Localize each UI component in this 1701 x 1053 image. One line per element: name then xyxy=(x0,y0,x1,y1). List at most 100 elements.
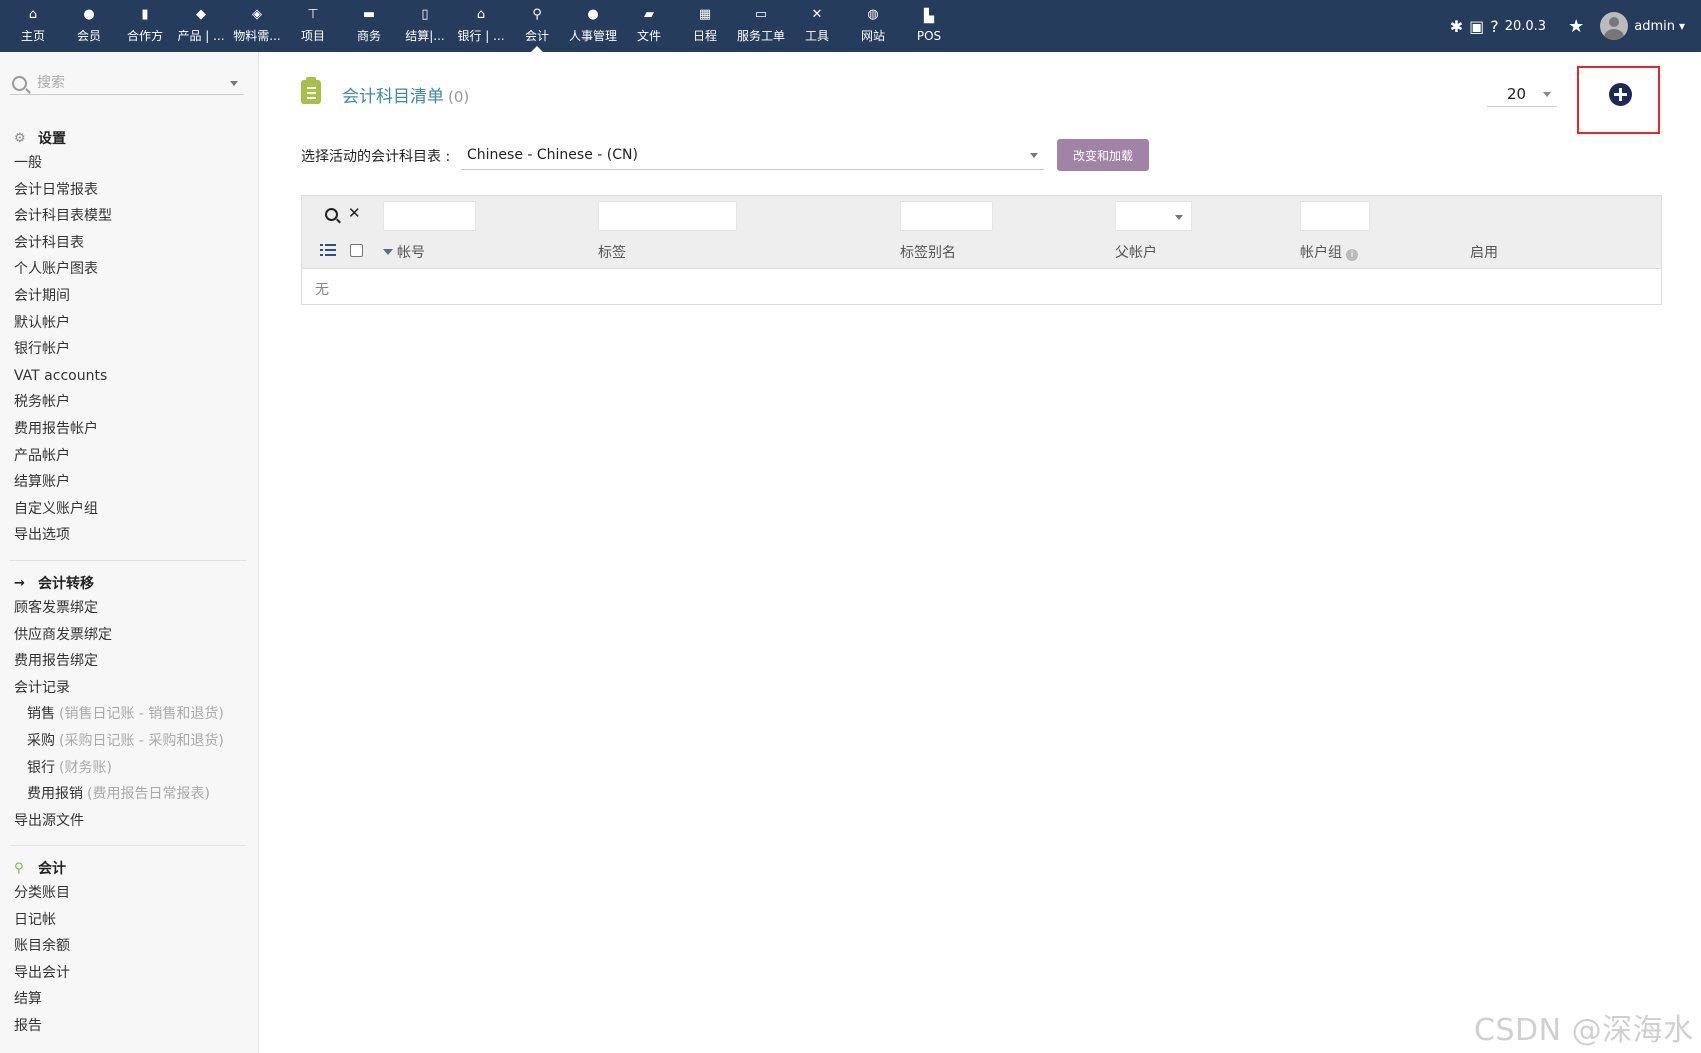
list-icon[interactable] xyxy=(320,244,336,257)
user-tie-icon: ● xyxy=(587,7,599,22)
nav-item[interactable]: ● 会员 xyxy=(61,0,117,52)
nav-item-label: 文件 xyxy=(636,29,661,43)
submenu-hint: (采购日记账 - 采购和退货) xyxy=(59,732,224,749)
sidebar-menu-link[interactable]: 会计记录 xyxy=(14,675,224,702)
info-icon[interactable]: i xyxy=(1346,249,1358,261)
caret-down-icon[interactable] xyxy=(230,80,238,86)
clear-filter-icon[interactable]: ✕ xyxy=(348,204,361,222)
sidebar-menu-link[interactable]: 导出选项 xyxy=(14,522,112,549)
help-icon[interactable]: ? xyxy=(1490,17,1499,36)
submenu-label: 银行 xyxy=(27,759,55,776)
change-and-load-button[interactable]: 改变和加载 xyxy=(1057,139,1149,171)
caret-down-icon xyxy=(1030,152,1038,158)
bookmark-star-icon[interactable]: ★ xyxy=(1568,16,1584,37)
folder-icon: ▰ xyxy=(644,7,654,22)
nav-item[interactable]: ◆ 产品 | ... xyxy=(173,0,229,52)
sidebar-menu-link[interactable]: 会计科目表模型 xyxy=(14,203,112,230)
sidebar-menu-link[interactable]: 报告 xyxy=(14,1013,70,1040)
column-account[interactable]: 帐号 xyxy=(383,242,425,262)
column-label[interactable]: 标签 xyxy=(598,242,626,262)
bank-icon: ⌂ xyxy=(476,7,486,22)
column-group[interactable]: 帐户组 i xyxy=(1300,242,1358,262)
sidebar-submenu-link[interactable]: 销售 (销售日记账 - 销售和退货) xyxy=(14,701,224,728)
sidebar-menu-link[interactable]: VAT accounts xyxy=(14,363,112,390)
suitcase-icon: ▬ xyxy=(362,7,376,22)
sidebar-menu-link[interactable]: 结算账户 xyxy=(14,469,112,496)
sidebar-menu-link[interactable]: 日记帐 xyxy=(14,907,70,934)
sidebar-submenu-link[interactable]: 费用报销 (费用报告日常报表) xyxy=(14,781,224,808)
accounts-table: ✕ 帐号 标签 标签别名 父帐户 帐户组 i 启用 无 xyxy=(301,195,1662,305)
filter-label-input[interactable] xyxy=(598,201,737,231)
sidebar-menu-link[interactable]: 个人账户图表 xyxy=(14,256,112,283)
nav-item[interactable]: ▙ POS xyxy=(901,0,957,52)
page-size-select[interactable]: 20 xyxy=(1487,82,1557,107)
caret-down-icon xyxy=(1175,215,1183,220)
column-parent[interactable]: 父帐户 xyxy=(1115,242,1157,262)
sidebar-menu-link[interactable]: 会计期间 xyxy=(14,283,112,310)
chart-of-accounts-select[interactable]: Chinese - Chinese - (CN) xyxy=(461,141,1044,170)
sidebar-search[interactable] xyxy=(10,72,244,95)
filter-account-input[interactable] xyxy=(383,201,476,231)
nav-item[interactable]: ▮ 合作方 xyxy=(117,0,173,52)
watermark: CSDN @深海水 xyxy=(1474,1013,1694,1048)
sidebar-submenu-link[interactable]: 银行 (财务账) xyxy=(14,755,224,782)
column-enabled[interactable]: 启用 xyxy=(1470,242,1498,262)
user-name[interactable]: admin xyxy=(1634,19,1675,34)
nav-item[interactable]: ● 人事管理 xyxy=(565,0,621,52)
nav-item[interactable]: ▦ 日程 xyxy=(677,0,733,52)
nav-item[interactable]: ▰ 文件 xyxy=(621,0,677,52)
nav-item-label: 合作方 xyxy=(126,29,163,43)
sidebar-menu-link[interactable]: 顾客发票绑定 xyxy=(14,595,224,622)
settings-menu-title[interactable]: ⚙ 设置 xyxy=(14,126,112,150)
nav-item-label: 服务工单 xyxy=(736,29,785,43)
filter-parent-select[interactable] xyxy=(1115,201,1192,231)
bug-icon[interactable]: ✱ xyxy=(1450,17,1463,36)
submenu-hint: (销售日记账 - 销售和退货) xyxy=(59,706,224,723)
transfer-menu: → 会计转移 顾客发票绑定 供应商发票绑定 费用报告绑定 会计记录 销售 (销售日记账 -… xyxy=(14,571,224,834)
sidebar-menu-link[interactable]: 账目余额 xyxy=(14,933,70,960)
print-icon[interactable]: ▣ xyxy=(1469,17,1484,36)
sidebar-menu-link[interactable]: 税务帐户 xyxy=(14,389,112,416)
sidebar-menu-link[interactable]: 银行帐户 xyxy=(14,336,112,363)
sidebar-menu-link[interactable]: 默认帐户 xyxy=(14,310,112,337)
sidebar-menu-link[interactable]: 供应商发票绑定 xyxy=(14,622,224,649)
sidebar-submenu-link[interactable]: 采购 (采购日记账 - 采购和退货) xyxy=(14,728,224,755)
sidebar-menu-link[interactable]: 费用报告帐户 xyxy=(14,416,112,443)
sidebar-menu-link[interactable]: 费用报告绑定 xyxy=(14,648,224,675)
nav-item[interactable]: ⌂ 银行 | ... xyxy=(453,0,509,52)
nav-item[interactable]: ▭ 服务工单 xyxy=(733,0,789,52)
user-avatar[interactable] xyxy=(1600,12,1629,40)
add-new-plus-icon[interactable] xyxy=(1609,83,1632,106)
select-all-checkbox[interactable] xyxy=(350,244,363,257)
filter-label-alias-input[interactable] xyxy=(900,201,993,231)
nav-item-label: 物料需... xyxy=(233,29,281,43)
filter-group-input[interactable] xyxy=(1300,201,1370,231)
nav-item[interactable]: ▬ 商务 xyxy=(341,0,397,52)
nav-item[interactable]: ◈ 物料需... xyxy=(229,0,285,52)
nav-item[interactable]: ⌂ 主页 xyxy=(5,0,61,52)
search-input[interactable] xyxy=(35,74,219,92)
sidebar-menu-link[interactable]: 自定义账户组 xyxy=(14,496,112,523)
sidebar-menu-link[interactable]: 导出源文件 xyxy=(14,808,224,835)
sidebar-menu-link[interactable]: 会计日常报表 xyxy=(14,177,112,204)
nav-item[interactable]: ▯ 结算|... xyxy=(397,0,453,52)
sidebar-menu-link[interactable]: 分类账目 xyxy=(14,880,70,907)
nav-item[interactable]: ◍ 网站 xyxy=(845,0,901,52)
accounting-menu-title[interactable]: ⚲ 会计 xyxy=(14,856,70,880)
nav-item[interactable]: ⊤ 项目 xyxy=(285,0,341,52)
sidebar-menu-link[interactable]: 产品帐户 xyxy=(14,443,112,470)
column-label-alias[interactable]: 标签别名 xyxy=(900,242,956,262)
nav-item[interactable]: ✕ 工具 xyxy=(789,0,845,52)
version-label: 20.0.3 xyxy=(1504,18,1547,34)
sidebar-menu-link[interactable]: 一般 xyxy=(14,150,112,177)
chevron-down-icon[interactable]: ▾ xyxy=(1679,19,1685,33)
search-icon[interactable] xyxy=(325,208,338,221)
sidebar-menu-link[interactable]: 结算 xyxy=(14,986,70,1013)
sidebar-menu-link[interactable]: 导出会计 xyxy=(14,960,70,987)
search-dollar-icon: ⚲ xyxy=(14,860,24,876)
transfer-menu-title[interactable]: → 会计转移 xyxy=(14,571,224,595)
nav-item[interactable]: ⚲ 会计 xyxy=(509,0,565,52)
sidebar-menu-link[interactable]: 会计科目表 xyxy=(14,230,112,257)
chart-select-label: 选择活动的会计科目表 : xyxy=(301,149,451,165)
submenu-hint: (财务账) xyxy=(59,759,112,776)
